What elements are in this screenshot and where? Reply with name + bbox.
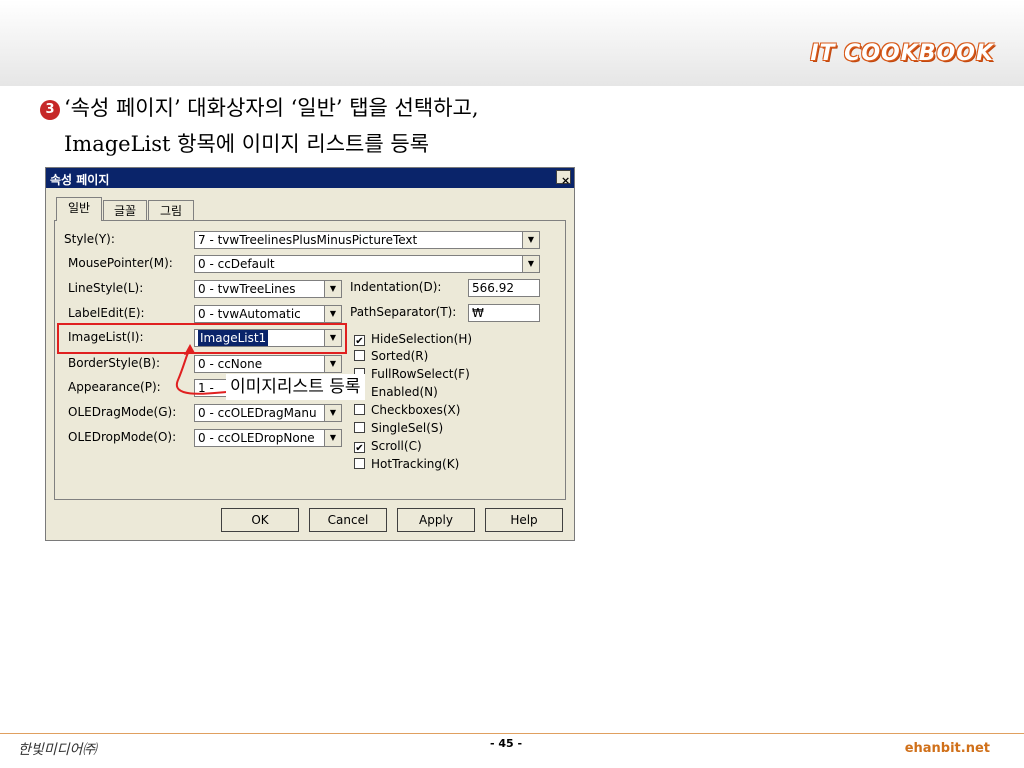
tab-general[interactable]: 일반 bbox=[56, 197, 102, 221]
annotation-arrow bbox=[175, 344, 227, 395]
footer-divider bbox=[0, 733, 1024, 734]
footer-publisher: 한빛미디어㈜ bbox=[18, 742, 97, 758]
arrow-head bbox=[184, 344, 195, 355]
annotation-callout: 이미지리스트 등록 bbox=[226, 374, 365, 400]
footer-site[interactable]: ehanbit.net bbox=[905, 741, 990, 756]
page-number: - 45 - bbox=[490, 737, 523, 750]
